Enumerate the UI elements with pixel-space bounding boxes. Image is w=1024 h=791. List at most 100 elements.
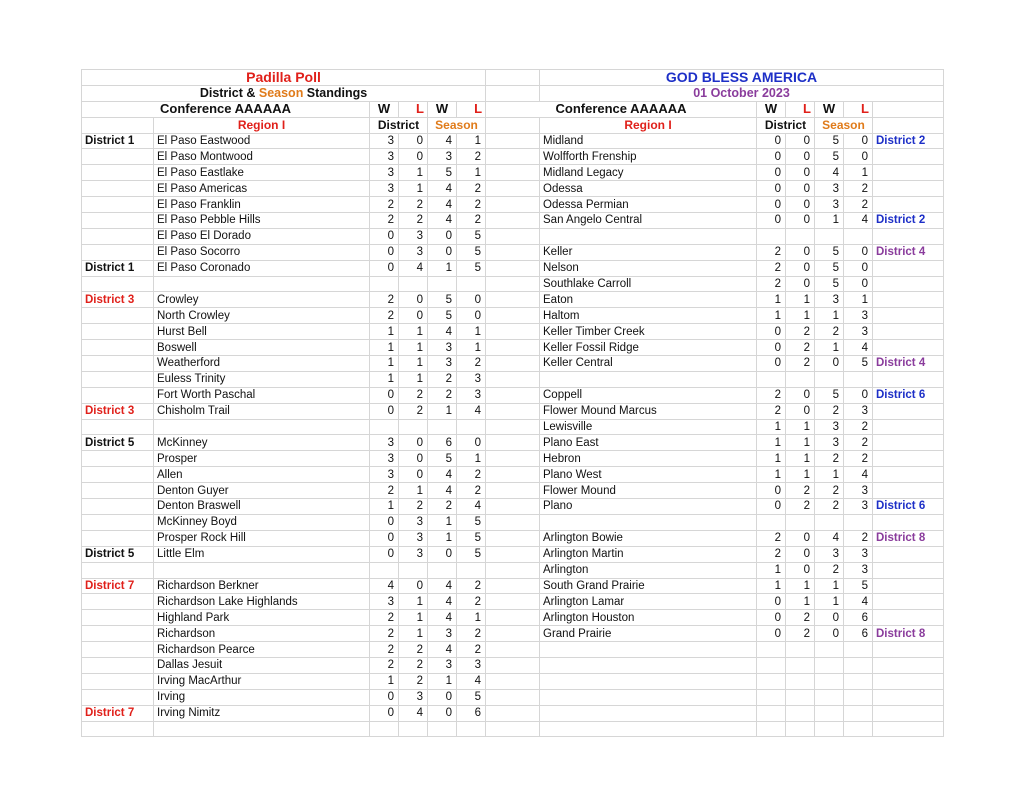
team-name: Arlington Houston	[539, 609, 757, 627]
district-wins: 2	[369, 482, 399, 500]
season-losses: 2	[455, 577, 487, 595]
district-wins	[756, 513, 786, 531]
team-row: Midland Legacy 0 0 4 1	[485, 164, 944, 182]
district-label: District 7	[81, 577, 154, 595]
team-row: Prosper 3 0 5 1	[81, 450, 487, 468]
team-name: El Paso Eastwood	[153, 132, 370, 150]
team-name: Keller	[539, 243, 757, 261]
blank-cell	[485, 148, 540, 166]
team-name: Southlake Carroll	[539, 275, 757, 293]
poll-title: Padilla Poll	[80, 69, 487, 86]
district-label: District 7	[81, 704, 154, 722]
season-losses: 2	[843, 434, 873, 452]
season-wins: 1	[814, 339, 844, 357]
team-name: Hebron	[539, 450, 757, 468]
team-name: Odessa	[539, 180, 757, 198]
team-name: Highland Park	[153, 609, 370, 627]
season-wins: 6	[427, 434, 457, 452]
district-losses: 0	[785, 529, 815, 547]
district-wins: 1	[756, 291, 786, 309]
season-wins: 2	[814, 402, 844, 420]
season-losses: 1	[455, 609, 487, 627]
team-row: Euless Trinity 1 1 2 3	[81, 370, 487, 388]
team-row: Irving 0 3 0 5	[81, 688, 487, 706]
season-losses: 0	[455, 291, 487, 309]
team-name: El Paso Coronado	[153, 259, 370, 277]
district-losses: 1	[785, 307, 815, 325]
blank-cell	[485, 450, 540, 468]
team-row: District 7 Irving Nimitz 0 4 0 6	[81, 704, 487, 722]
blank-cell	[485, 561, 540, 579]
team-name	[539, 720, 757, 738]
team-name: Midland	[539, 132, 757, 150]
district-wins: 1	[756, 577, 786, 595]
team-name: Odessa Permian	[539, 196, 757, 214]
blank-cell	[485, 434, 540, 452]
season-wins: 1	[814, 593, 844, 611]
season-wins: 5	[427, 307, 457, 325]
season-losses: 5	[455, 529, 487, 547]
district-label	[872, 561, 944, 579]
team-name	[153, 561, 370, 579]
season-losses	[843, 513, 873, 531]
season-w-header: W	[427, 100, 457, 118]
team-row: Keller Fossil Ridge 0 2 1 4	[485, 339, 944, 357]
season-losses	[843, 688, 873, 706]
team-name: Keller Timber Creek	[539, 323, 757, 341]
district-wins: 2	[369, 307, 399, 325]
season-losses: 1	[455, 164, 487, 182]
season-losses: 0	[843, 275, 873, 293]
district-label	[872, 656, 944, 674]
blank-cell	[485, 386, 540, 404]
season-wins: 1	[814, 577, 844, 595]
team-row: Haltom 1 1 1 3	[485, 307, 944, 325]
team-row: Arlington Bowie 2 0 4 2 District 8	[485, 529, 944, 547]
district-losses: 1	[785, 577, 815, 595]
season-losses: 3	[843, 545, 873, 563]
team-row: District 5 McKinney 3 0 6 0	[81, 434, 487, 452]
team-name: Richardson Pearce	[153, 641, 370, 658]
season-losses	[843, 370, 873, 388]
season-losses: 2	[843, 196, 873, 214]
district-losses	[785, 227, 815, 245]
season-losses: 4	[843, 339, 873, 357]
district-wins: 0	[369, 259, 399, 277]
district-wins: 2	[756, 529, 786, 547]
district-losses: 3	[398, 243, 428, 261]
season-losses: 3	[843, 482, 873, 500]
season-wins: 5	[814, 275, 844, 293]
district-label	[872, 482, 944, 500]
blank-cell	[485, 291, 540, 309]
season-losses: 4	[455, 672, 487, 690]
district-losses: 1	[785, 434, 815, 452]
district-w-header: W	[756, 100, 786, 118]
spacer-row	[485, 672, 944, 690]
team-name: Keller Central	[539, 355, 757, 372]
district-losses: 2	[785, 323, 815, 341]
district-losses: 3	[398, 545, 428, 563]
region-header-row: Region I District Season	[81, 116, 487, 134]
team-name	[539, 656, 757, 674]
district-label	[872, 307, 944, 325]
team-row: District 3 Crowley 2 0 5 0	[81, 291, 487, 309]
spacer-row	[485, 370, 944, 388]
season-losses: 2	[455, 593, 487, 611]
team-name: Hurst Bell	[153, 323, 370, 341]
season-wins: 4	[427, 577, 457, 595]
team-row: Plano West 1 1 1 4	[485, 466, 944, 484]
season-wins: 1	[814, 212, 844, 229]
team-name: Grand Prairie	[539, 625, 757, 643]
district-losses	[785, 513, 815, 531]
team-name: Richardson	[153, 625, 370, 643]
district-label	[872, 180, 944, 198]
team-row: Eaton 1 1 3 1	[485, 291, 944, 309]
season-losses: 2	[455, 641, 487, 658]
team-row: Midland 0 0 5 0 District 2	[485, 132, 944, 150]
blank-cell	[485, 513, 540, 531]
team-row: Arlington 1 0 2 3	[485, 561, 944, 579]
district-label	[872, 402, 944, 420]
team-row: District 1 El Paso Coronado 0 4 1 5	[81, 259, 487, 277]
district-wins: 0	[369, 243, 399, 261]
team-name: Crowley	[153, 291, 370, 309]
team-row: El Paso Americas 3 1 4 2	[81, 180, 487, 198]
